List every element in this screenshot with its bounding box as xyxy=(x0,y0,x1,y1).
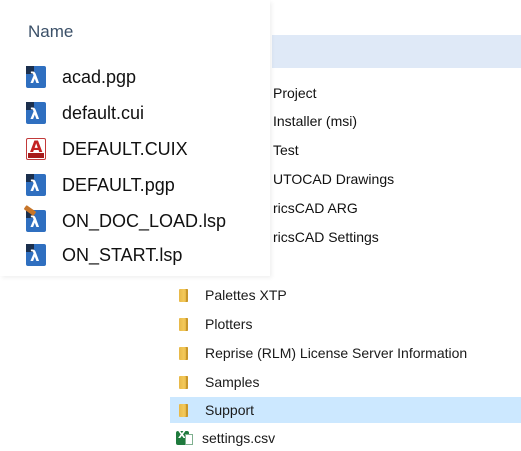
file-name: DEFAULT.pgp xyxy=(62,174,175,195)
background-column-header-bar xyxy=(272,35,521,68)
folder-row-plotters[interactable]: Plotters xyxy=(170,311,521,337)
folder-icon xyxy=(179,403,188,417)
folder-row-palettes-xtp[interactable]: Palettes XTP xyxy=(170,282,521,308)
list-item[interactable]: ricsCAD Settings xyxy=(273,226,379,248)
folder-icon xyxy=(179,317,188,331)
file-row-on-doc-load-lsp[interactable]: λ ON_DOC_LOAD.lsp xyxy=(23,205,227,236)
file-name: default.cui xyxy=(62,102,145,123)
file-name: acad.pgp xyxy=(62,66,137,87)
autocad-lisp-file-icon: λ xyxy=(26,66,46,88)
autocad-lisp-file-icon: λ xyxy=(26,174,46,196)
name-column-header[interactable]: Name xyxy=(28,22,73,42)
autocad-lsp-brush-file-icon: λ xyxy=(23,205,46,232)
folder-icon xyxy=(179,288,188,302)
autocad-cuix-file-icon: A xyxy=(26,137,46,160)
autocad-lisp-file-icon: λ xyxy=(26,102,46,124)
folder-icon xyxy=(179,346,188,360)
file-name: settings.csv xyxy=(202,430,276,446)
folder-name: Palettes XTP xyxy=(205,287,287,303)
file-row-default-cui[interactable]: λ default.cui xyxy=(26,98,144,128)
excel-csv-icon xyxy=(176,430,193,445)
folder-row-reprise-license-server[interactable]: Reprise (RLM) License Server Information xyxy=(170,340,521,366)
file-row-on-start-lsp[interactable]: λ ON_START.lsp xyxy=(26,240,182,270)
list-item[interactable]: Project xyxy=(273,82,317,104)
list-item[interactable]: Test xyxy=(273,139,299,161)
folder-name: Plotters xyxy=(205,316,253,332)
folder-name: Support xyxy=(205,402,255,418)
file-name: ON_DOC_LOAD.lsp xyxy=(62,210,227,231)
file-name: DEFAULT.CUIX xyxy=(62,138,188,159)
foreground-file-list: Name λ acad.pgp λ default.cui A DEFAULT.… xyxy=(0,0,270,276)
folder-name: Samples xyxy=(205,374,260,390)
folder-row-samples[interactable]: Samples xyxy=(170,369,521,395)
file-row-default-cuix[interactable]: A DEFAULT.CUIX xyxy=(26,134,188,164)
folder-name: Reprise (RLM) License Server Information xyxy=(205,345,468,361)
file-row-acad-pgp[interactable]: λ acad.pgp xyxy=(26,62,136,92)
file-name: ON_START.lsp xyxy=(62,244,183,265)
folder-icon xyxy=(179,375,188,389)
file-row-default-pgp[interactable]: λ DEFAULT.pgp xyxy=(26,170,175,200)
list-item[interactable]: UTOCAD Drawings xyxy=(273,168,394,190)
list-item[interactable]: ricsCAD ARG xyxy=(273,197,358,219)
autocad-lisp-file-icon: λ xyxy=(26,244,46,266)
file-row-settings-csv[interactable]: settings.csv xyxy=(170,425,521,451)
folder-row-support[interactable]: Support xyxy=(170,397,521,423)
list-item[interactable]: Installer (msi) xyxy=(273,110,357,132)
